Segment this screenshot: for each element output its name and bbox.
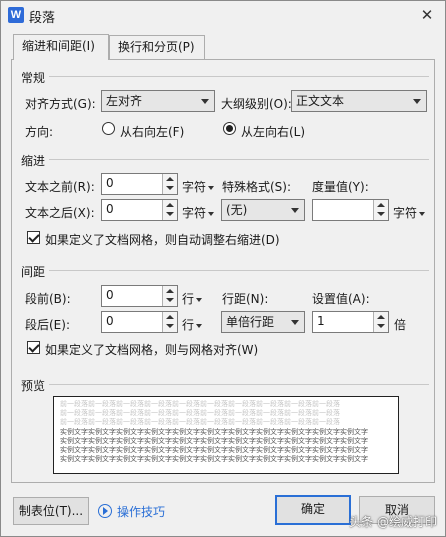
auto-adjust-indent-label[interactable]: 如果定义了文档网格，则自动调整右缩进(D) (45, 231, 280, 248)
tab-indent-spacing[interactable]: 缩进和间距(I) (13, 34, 109, 60)
direction-rtl-label[interactable]: 从右向左(F) (120, 123, 184, 140)
caret-down-icon (196, 323, 203, 328)
tab-line-page-breaks[interactable]: 换行和分页(P) (109, 35, 205, 59)
section-divider (49, 384, 429, 385)
space-before-value: 0 (106, 288, 114, 302)
spin-up-icon[interactable] (377, 315, 385, 319)
space-after-value: 0 (106, 314, 114, 328)
direction-rtl-radio[interactable] (102, 122, 115, 135)
paragraph-preview: 前一段落前一段落前一段落前一段落前一段落前一段落前一段落前一段落前一段落前一段落… (53, 396, 399, 474)
caret-down-icon (208, 185, 215, 190)
paragraph-dialog: W 段落 ✕ 缩进和间距(I) 换行和分页(P) 常规 对齐方式(G): 左对齐… (0, 0, 446, 537)
space-after-unit[interactable]: 行 (182, 316, 203, 333)
spinner-buttons[interactable] (162, 312, 177, 332)
indent-after-value: 0 (106, 202, 114, 216)
section-divider (49, 76, 429, 77)
section-spacing-title: 间距 (21, 265, 46, 279)
chevron-down-icon (413, 99, 421, 104)
tab-stops-button[interactable]: 制表位(T)... (13, 497, 89, 525)
special-format-value: (无) (226, 203, 248, 217)
chevron-down-icon (291, 208, 299, 213)
spin-down-icon[interactable] (166, 186, 174, 190)
caret-down-icon (419, 211, 426, 216)
indent-after-spinner[interactable]: 0 (101, 199, 178, 221)
space-before-label: 段前(B): (25, 292, 71, 306)
direction-ltr-radio[interactable] (223, 122, 236, 135)
caret-down-icon (208, 211, 215, 216)
section-preview-title: 预览 (21, 379, 46, 393)
dialog-title: 段落 (29, 11, 56, 26)
setting-value-spinner[interactable]: 1 (312, 311, 389, 333)
indent-before-label: 文本之前(R): (25, 180, 95, 194)
outline-level-select[interactable]: 正文文本 (291, 90, 427, 112)
preview-sample-line: 实例文字实例文字实例文字实例文字实例文字实例文字实例文字实例文字实例文字实例文字… (60, 437, 368, 445)
measure-unit[interactable]: 字符 (393, 204, 426, 221)
special-format-label: 特殊格式(S): (222, 180, 292, 194)
preview-sample-line: 实例文字实例文字实例文字实例文字实例文字实例文字实例文字实例文字实例文字实例文字… (60, 428, 368, 436)
section-divider (49, 270, 429, 271)
title-bar: W 段落 ✕ (1, 1, 445, 29)
direction-ltr-label[interactable]: 从左向右(L) (241, 123, 305, 140)
section-general-title: 常规 (21, 71, 46, 85)
special-format-select[interactable]: (无) (221, 199, 305, 221)
section-divider (49, 159, 429, 160)
line-spacing-label: 行距(N): (222, 292, 269, 306)
line-spacing-value: 单倍行距 (226, 315, 275, 329)
tips-link[interactable]: 操作技巧 (117, 503, 165, 520)
spin-down-icon[interactable] (377, 212, 385, 216)
preview-sample-line: 实例文字实例文字实例文字实例文字实例文字实例文字实例文字实例文字实例文字实例文字… (60, 455, 368, 463)
space-after-label: 段后(E): (25, 318, 70, 332)
space-before-unit[interactable]: 行 (182, 290, 203, 307)
alignment-select[interactable]: 左对齐 (101, 90, 215, 112)
auto-adjust-indent-checkbox[interactable] (27, 231, 40, 244)
setting-value-label: 设置值(A): (312, 292, 370, 306)
spin-up-icon[interactable] (166, 289, 174, 293)
spin-up-icon[interactable] (377, 203, 385, 207)
spin-up-icon[interactable] (166, 177, 174, 181)
indent-after-label: 文本之后(X): (25, 206, 95, 220)
spin-up-icon[interactable] (166, 203, 174, 207)
spinner-buttons[interactable] (373, 312, 388, 332)
spin-down-icon[interactable] (166, 298, 174, 302)
wps-app-icon: W (8, 7, 24, 23)
spin-down-icon[interactable] (166, 324, 174, 328)
measure-spinner[interactable] (312, 199, 389, 221)
close-icon[interactable]: ✕ (417, 5, 437, 25)
setting-value: 1 (317, 314, 325, 328)
spin-down-icon[interactable] (377, 324, 385, 328)
indent-after-unit[interactable]: 字符 (182, 204, 215, 221)
indent-before-value: 0 (106, 176, 114, 190)
snap-to-grid-label[interactable]: 如果定义了文档网格，则与网格对齐(W) (45, 341, 258, 358)
measure-label: 度量值(Y): (312, 180, 369, 194)
spinner-buttons[interactable] (162, 200, 177, 220)
spinner-buttons[interactable] (162, 174, 177, 194)
space-after-spinner[interactable]: 0 (101, 311, 178, 333)
watermark-text: 头条 @绘威打印 (349, 515, 437, 529)
chevron-down-icon (201, 99, 209, 104)
chevron-down-icon (291, 320, 299, 325)
play-circle-icon[interactable] (98, 504, 112, 518)
alignment-value: 左对齐 (106, 94, 143, 108)
preview-prev-line: 前一段落前一段落前一段落前一段落前一段落前一段落前一段落前一段落前一段落前一段落 (60, 400, 340, 408)
snap-to-grid-checkbox[interactable] (27, 341, 40, 354)
line-spacing-select[interactable]: 单倍行距 (221, 311, 305, 333)
direction-label: 方向: (25, 125, 54, 139)
setting-value-unit: 倍 (394, 318, 407, 332)
indent-before-spinner[interactable]: 0 (101, 173, 178, 195)
ok-button[interactable]: 确定 (275, 495, 351, 525)
caret-down-icon (196, 297, 203, 302)
spinner-buttons[interactable] (373, 200, 388, 220)
preview-prev-line: 前一段落前一段落前一段落前一段落前一段落前一段落前一段落前一段落前一段落前一段落 (60, 418, 340, 426)
section-indent-title: 缩进 (21, 154, 46, 168)
alignment-label: 对齐方式(G): (25, 97, 96, 111)
spin-up-icon[interactable] (166, 315, 174, 319)
outline-level-label: 大纲级别(O): (221, 97, 292, 111)
indent-before-unit[interactable]: 字符 (182, 178, 215, 195)
spin-down-icon[interactable] (166, 212, 174, 216)
space-before-spinner[interactable]: 0 (101, 285, 178, 307)
outline-level-value: 正文文本 (296, 94, 345, 108)
spinner-buttons[interactable] (162, 286, 177, 306)
preview-sample-line: 实例文字实例文字实例文字实例文字实例文字实例文字实例文字实例文字实例文字实例文字… (60, 446, 368, 454)
preview-prev-line: 前一段落前一段落前一段落前一段落前一段落前一段落前一段落前一段落前一段落前一段落 (60, 409, 340, 417)
